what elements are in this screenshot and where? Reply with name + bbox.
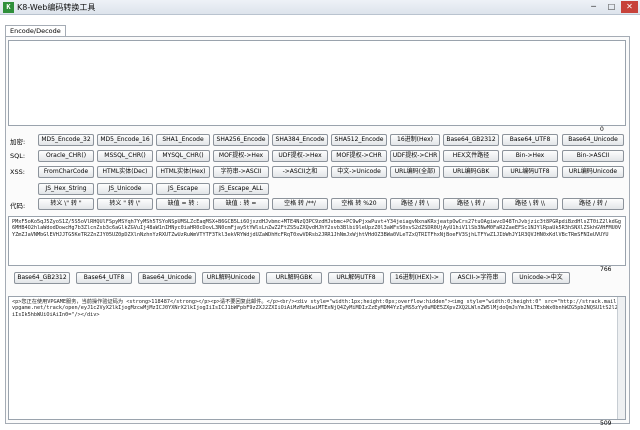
- result-text: <p>您正在使用VPGAME服务，当前操作验证码为 <strong>118487…: [12, 299, 622, 318]
- udf-chr-button[interactable]: UDF提权->CHR: [390, 150, 440, 162]
- result-char-count: 509: [600, 420, 612, 427]
- ascii-to-string-button[interactable]: ASCII->字符串: [450, 272, 506, 284]
- encrypt-row-label: 加密:: [10, 138, 26, 146]
- url-decode-gbk-button[interactable]: URL解码GBK: [266, 272, 322, 284]
- base64-unicode-button[interactable]: Base64_Unicode: [562, 134, 624, 146]
- sql-row-label: SQL:: [10, 152, 26, 160]
- js-hex-string-button[interactable]: JS_Hex_String: [38, 183, 94, 195]
- base64-gb2312-button[interactable]: Base64_GB2312: [443, 134, 499, 146]
- code-row-label: 代码:: [10, 202, 26, 210]
- decode-base64-gb2312-button[interactable]: Base64_GB2312: [14, 272, 70, 284]
- space-to-comment-button[interactable]: 空格 转 /**/: [272, 198, 328, 210]
- result-scrollbar[interactable]: [617, 297, 625, 419]
- mssql-chr-button[interactable]: MSSQL_CHR(): [97, 150, 153, 162]
- escape-quote-button[interactable]: 转义 \" 转 ": [38, 198, 94, 210]
- html-entity-hex-button[interactable]: HTML实体(Hex): [156, 166, 210, 178]
- js-escape-all-button[interactable]: JS_Escape_ALL: [213, 183, 269, 195]
- js-escape-button[interactable]: JS_Escape: [156, 183, 210, 195]
- path-slash-to-backslash-button[interactable]: 路径 / 转 \: [390, 198, 440, 210]
- url-encode-all-button[interactable]: URL编码(全部): [390, 166, 440, 178]
- output-text: PMxF5oKo5qJ5ZyoS1Z/5S5oVlRHQUlFSpyMSYqh7…: [12, 219, 622, 238]
- bin-hex-button[interactable]: Bin->Hex: [502, 150, 558, 162]
- ascii-sum-button[interactable]: ->ASCII之和: [272, 166, 328, 178]
- sha384-button[interactable]: SHA384_Encode: [272, 134, 328, 146]
- path-slash-button[interactable]: 路径 / 转 /: [562, 198, 624, 210]
- minimize-icon[interactable]: ─: [585, 1, 602, 13]
- hex-file-path-button[interactable]: HEX文件路径: [443, 150, 499, 162]
- app-icon: K: [3, 2, 14, 13]
- html-entity-dec-button[interactable]: HTML实体(Dec): [97, 166, 153, 178]
- window-title: K8-Web编码转换工具: [17, 3, 96, 12]
- quote-escape-button[interactable]: 转义 " 转 \": [97, 198, 153, 210]
- md5-32-button[interactable]: MD5_Encode_32: [38, 134, 94, 146]
- input-char-count: 0: [600, 126, 604, 133]
- title-bar: K K8-Web编码转换工具 ─ □ ✕: [0, 0, 640, 15]
- decode-base64-unicode-button[interactable]: Base64_Unicode: [138, 272, 196, 284]
- hex-decode-button[interactable]: 16进制(HEX)->: [390, 272, 444, 284]
- url-encode-gbk-button[interactable]: URL编码GBK: [443, 166, 499, 178]
- input-textarea[interactable]: [8, 40, 626, 126]
- hex-encode-button[interactable]: 16进制(Hex): [390, 134, 440, 146]
- result-textarea[interactable]: <p>您正在使用VPGAME服务，当前操作验证码为 <strong>118487…: [8, 296, 626, 420]
- bin-ascii-button[interactable]: Bin->ASCII: [562, 150, 624, 162]
- url-decode-utf8-button[interactable]: URL解码UTF8: [328, 272, 384, 284]
- output-char-count: 766: [600, 266, 612, 273]
- url-encode-utf8-button[interactable]: URL编码UTF8: [502, 166, 558, 178]
- mysql-chr-button[interactable]: MYSQL_CHR(): [156, 150, 210, 162]
- js-unicode-button[interactable]: JS_Unicode: [97, 183, 153, 195]
- window-controls: ─ □ ✕: [585, 1, 638, 13]
- xss-row-label: XSS:: [10, 168, 25, 176]
- fromcharcode-button[interactable]: FromCharCode: [38, 166, 94, 178]
- path-backslash-to-slash-button[interactable]: 路径 \ 转 /: [443, 198, 499, 210]
- close-icon[interactable]: ✕: [621, 1, 638, 13]
- md5-16-button[interactable]: MD5_Encode_16: [97, 134, 153, 146]
- sha1-button[interactable]: SHA1_Encode: [156, 134, 210, 146]
- path-double-backslash-button[interactable]: 路径 \ 转 \\: [502, 198, 558, 210]
- url-decode-unicode-button[interactable]: URL解码Unicode: [202, 272, 260, 284]
- decode-base64-utf8-button[interactable]: Base64_UTF8: [76, 272, 132, 284]
- unicode-to-chinese-button[interactable]: Unicode->中文: [512, 272, 570, 284]
- mof-chr-button[interactable]: MOF提权->CHR: [331, 150, 387, 162]
- string-ascii-button[interactable]: 字符串->ASCII: [213, 166, 269, 178]
- space-to-percent20-button[interactable]: 空格 转 %20: [331, 198, 387, 210]
- chinese-unicode-button[interactable]: 中文->Unicode: [331, 166, 387, 178]
- udf-hex-button[interactable]: UDF提权->Hex: [272, 150, 328, 162]
- url-encode-unicode-button[interactable]: URL编码Unicode: [562, 166, 624, 178]
- base64-utf8-button[interactable]: Base64_UTF8: [502, 134, 558, 146]
- mof-hex-button[interactable]: MOF提权->Hex: [213, 150, 269, 162]
- output-textarea[interactable]: PMxF5oKo5qJ5ZyoS1Z/5S5oVlRHQUlFSpyMSYqh7…: [8, 216, 626, 266]
- maximize-icon[interactable]: □: [603, 1, 620, 13]
- colon-to-equals-button[interactable]: 缺值 : 转 =: [213, 198, 269, 210]
- equals-to-colon-button[interactable]: 缺值 = 转 :: [156, 198, 210, 210]
- sha256-button[interactable]: SHA256_Encode: [213, 134, 269, 146]
- oracle-chr-button[interactable]: Oracle_CHR(): [38, 150, 94, 162]
- sha512-button[interactable]: SHA512_Encode: [331, 134, 387, 146]
